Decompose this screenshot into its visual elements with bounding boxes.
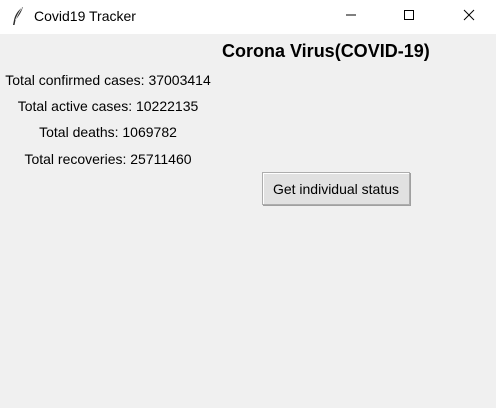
feather-icon [10,6,26,26]
title-bar[interactable]: Covid19 Tracker [0,0,496,34]
deaths-label: Total deaths: 1069782 [39,124,177,140]
maximize-button[interactable] [386,0,432,34]
recoveries-label: Total recoveries: 25711460 [24,151,192,167]
app-window: Covid19 Tracker Corona Virus(COVID-19) T… [0,0,496,408]
minimize-icon [345,8,357,26]
close-button[interactable] [446,0,492,34]
maximize-icon [403,8,415,26]
confirmed-cases-label: Total confirmed cases: 37003414 [5,72,211,88]
close-icon [463,8,475,26]
get-individual-status-button[interactable]: Get individual status [262,172,410,205]
page-title: Corona Virus(COVID-19) [222,41,430,61]
active-cases-label: Total active cases: 10222135 [17,98,199,114]
minimize-button[interactable] [328,0,374,34]
window-title: Covid19 Tracker [34,8,136,24]
